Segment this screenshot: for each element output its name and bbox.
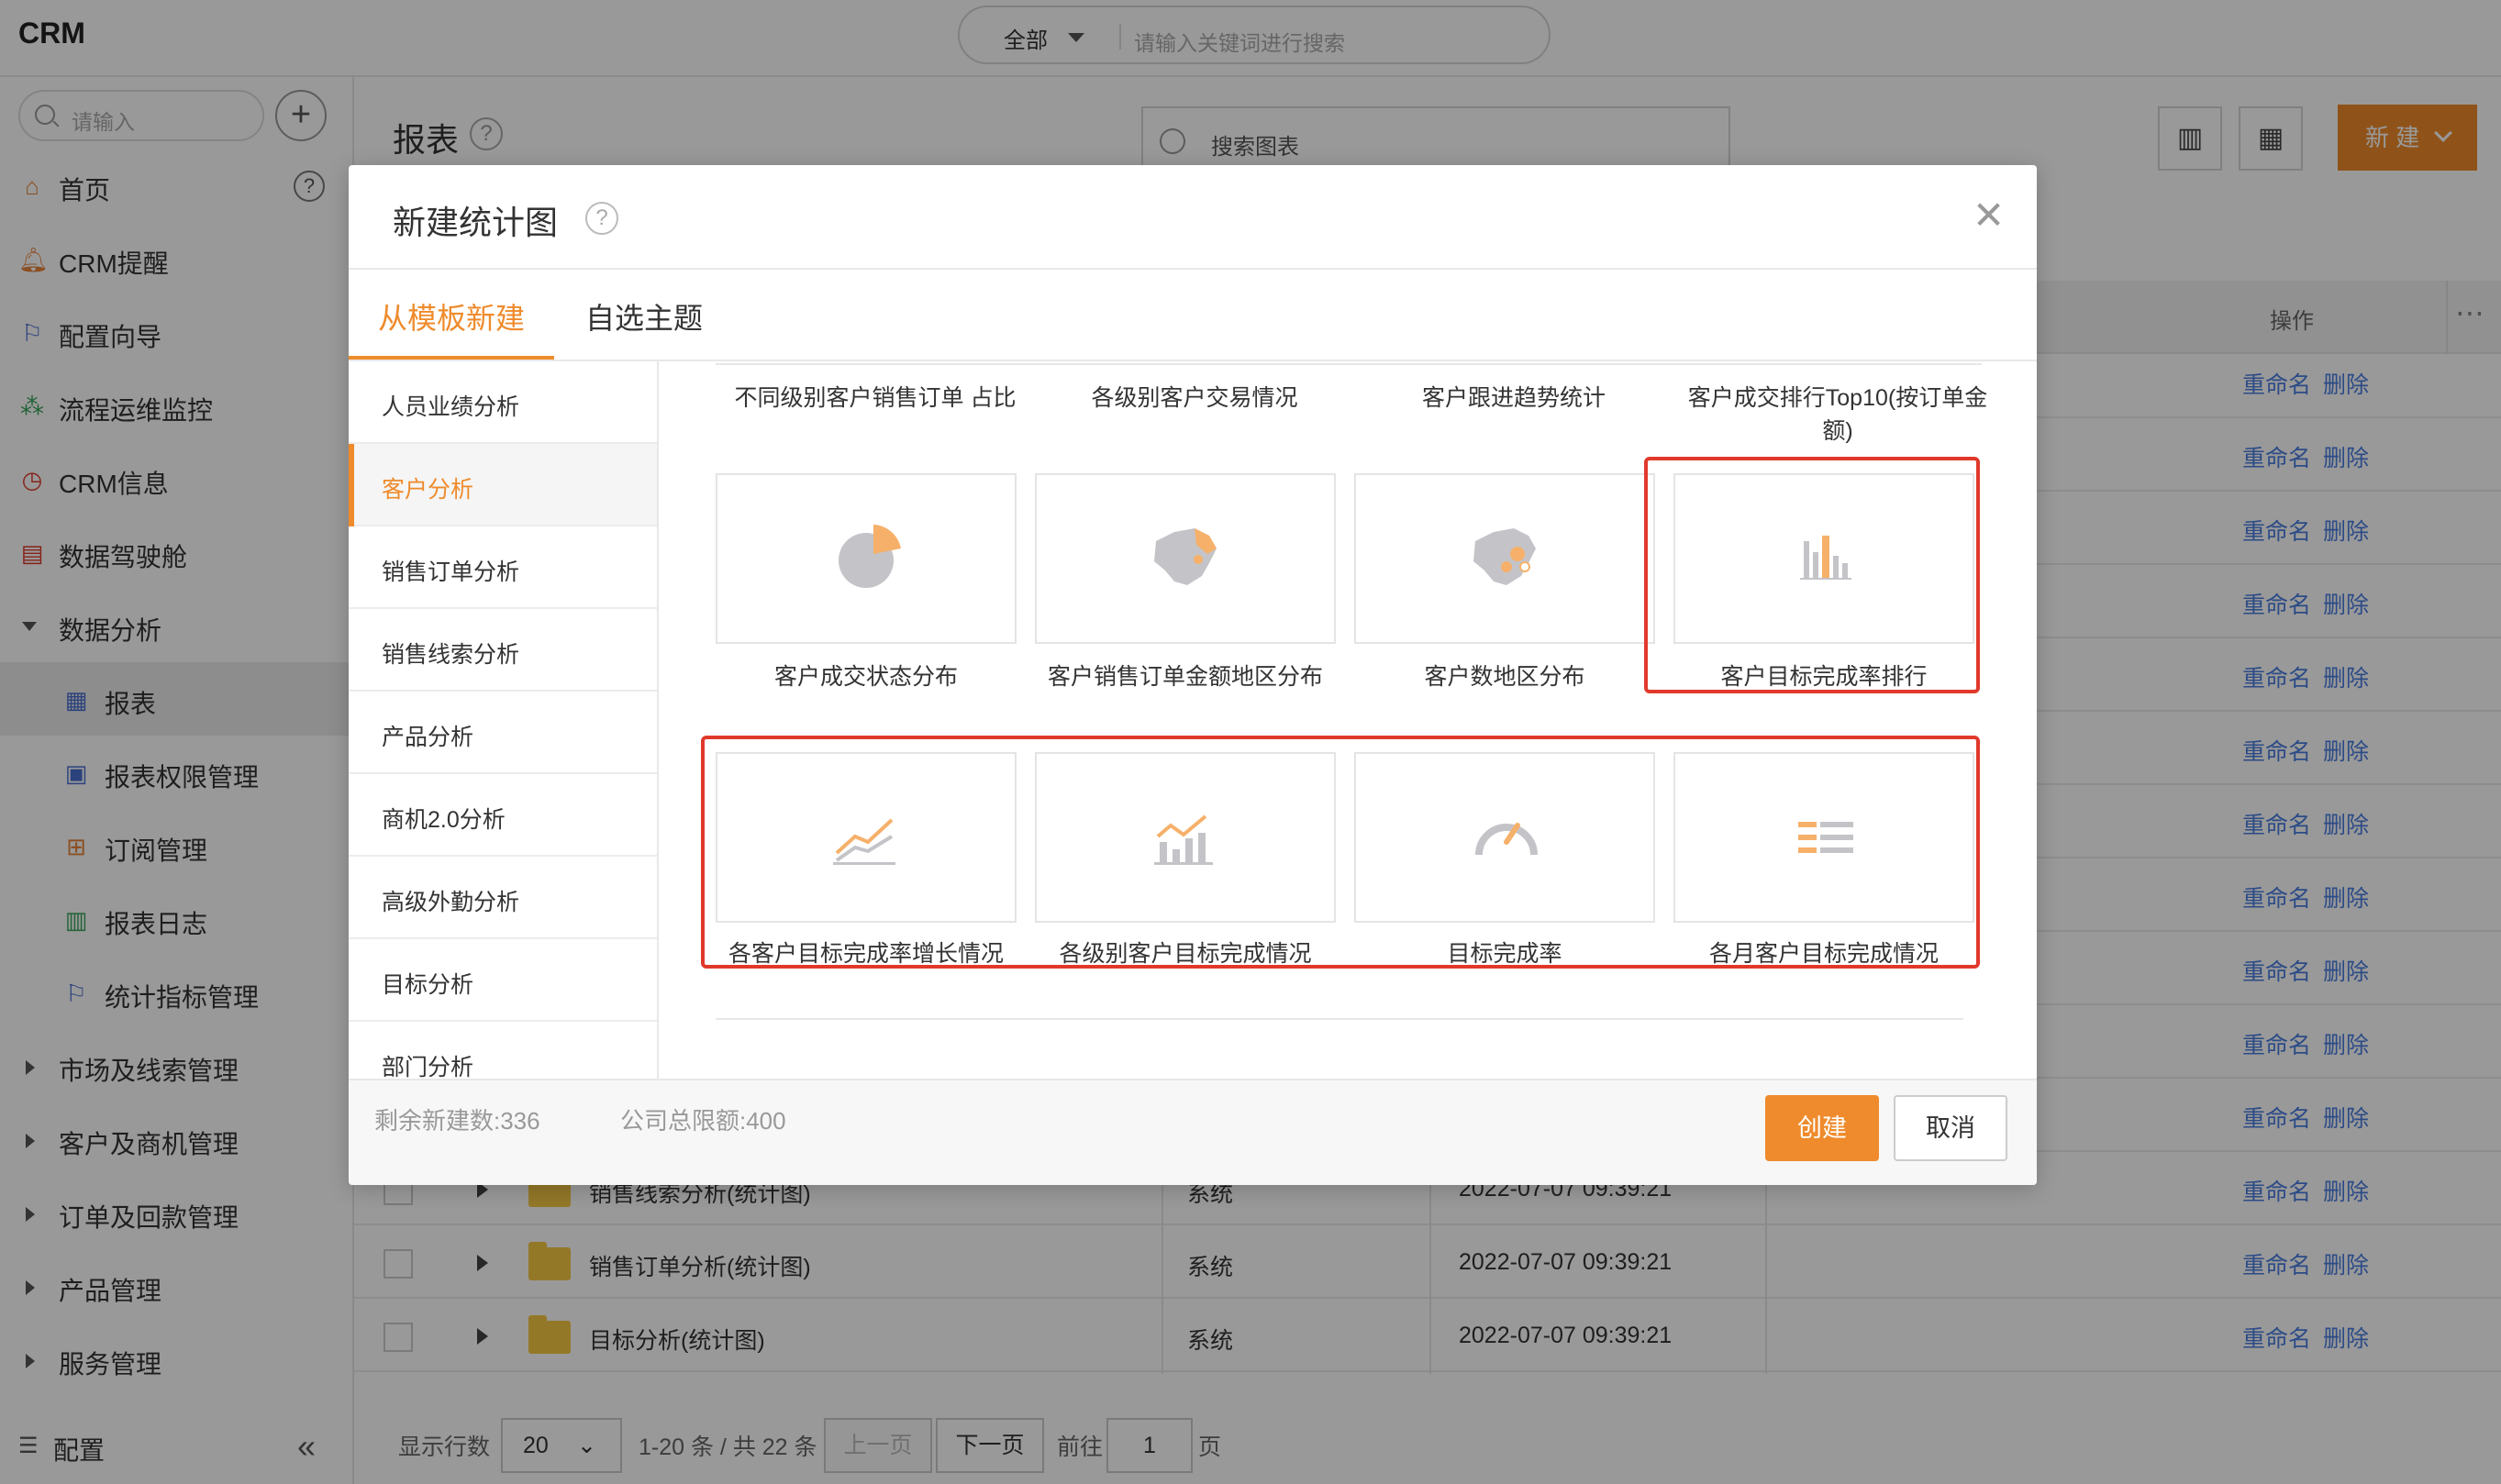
tab-from-template[interactable]: 从模板新建 xyxy=(378,295,525,338)
template-label[interactable]: 客户跟进趋势统计 xyxy=(1354,382,1673,415)
highlight-box xyxy=(1644,457,1980,693)
template-card[interactable] xyxy=(1035,473,1336,644)
category-label: 人员业绩分析 xyxy=(382,394,520,420)
cancel-button[interactable]: 取消 xyxy=(1894,1095,2007,1161)
company-limit: 公司总限额:400 xyxy=(620,1107,786,1135)
template-label[interactable]: 不同级别客户销售订单 占比 xyxy=(716,382,1035,415)
dialog-title: 新建统计图 xyxy=(393,204,559,241)
template-label[interactable]: 客户成交排行Top10(按订单金额) xyxy=(1673,382,2002,448)
category-item[interactable]: 客户分析 xyxy=(349,444,657,526)
divider xyxy=(349,268,2037,270)
category-label: 目标分析 xyxy=(382,972,474,998)
category-list: 人员业绩分析 客户分析 销售订单分析 销售线索分析 产品分析 商机2.0分析 高… xyxy=(349,361,659,1079)
create-button[interactable]: 创建 xyxy=(1765,1095,1879,1161)
map-icon xyxy=(1154,528,1217,585)
template-card[interactable] xyxy=(1354,473,1655,644)
divider xyxy=(716,1018,1963,1020)
template-label[interactable]: 客户销售订单金额地区分布 xyxy=(1026,660,1345,693)
tab-custom-topic[interactable]: 自选主题 xyxy=(585,295,703,338)
category-item[interactable]: 销售订单分析 xyxy=(349,526,657,609)
category-label: 销售线索分析 xyxy=(382,642,520,668)
template-label[interactable]: 客户数地区分布 xyxy=(1345,660,1664,693)
help-icon[interactable]: ? xyxy=(585,202,618,235)
highlight-box xyxy=(701,736,1980,969)
category-item[interactable]: 人员业绩分析 xyxy=(349,361,657,444)
category-label: 部门分析 xyxy=(382,1055,474,1079)
template-label[interactable]: 各级别客户交易情况 xyxy=(1035,382,1354,415)
category-label: 高级外勤分析 xyxy=(382,890,520,915)
category-label: 销售订单分析 xyxy=(382,559,520,585)
category-label: 商机2.0分析 xyxy=(382,807,506,833)
category-label: 客户分析 xyxy=(382,477,474,503)
category-item[interactable]: 目标分析 xyxy=(349,939,657,1022)
category-item[interactable]: 销售线索分析 xyxy=(349,609,657,692)
category-item[interactable]: 部门分析 xyxy=(349,1022,657,1079)
template-card[interactable] xyxy=(716,473,1017,644)
dialog-footer: 剩余新建数:336 公司总限额:400 创建 取消 xyxy=(349,1079,2037,1185)
remaining-count: 剩余新建数:336 xyxy=(374,1107,540,1135)
pie-chart-icon xyxy=(839,525,901,588)
category-item[interactable]: 商机2.0分析 xyxy=(349,774,657,857)
close-icon[interactable]: ✕ xyxy=(1973,193,2005,238)
category-label: 产品分析 xyxy=(382,725,474,750)
category-item[interactable]: 高级外勤分析 xyxy=(349,857,657,939)
divider xyxy=(716,361,1982,365)
map-dots-icon xyxy=(1473,528,1536,585)
template-label[interactable]: 客户成交状态分布 xyxy=(706,660,1026,693)
category-item[interactable]: 产品分析 xyxy=(349,692,657,774)
new-chart-dialog: 新建统计图 ? ✕ 从模板新建 自选主题 人员业绩分析 客户分析 销售订单分析 … xyxy=(349,165,2037,1185)
